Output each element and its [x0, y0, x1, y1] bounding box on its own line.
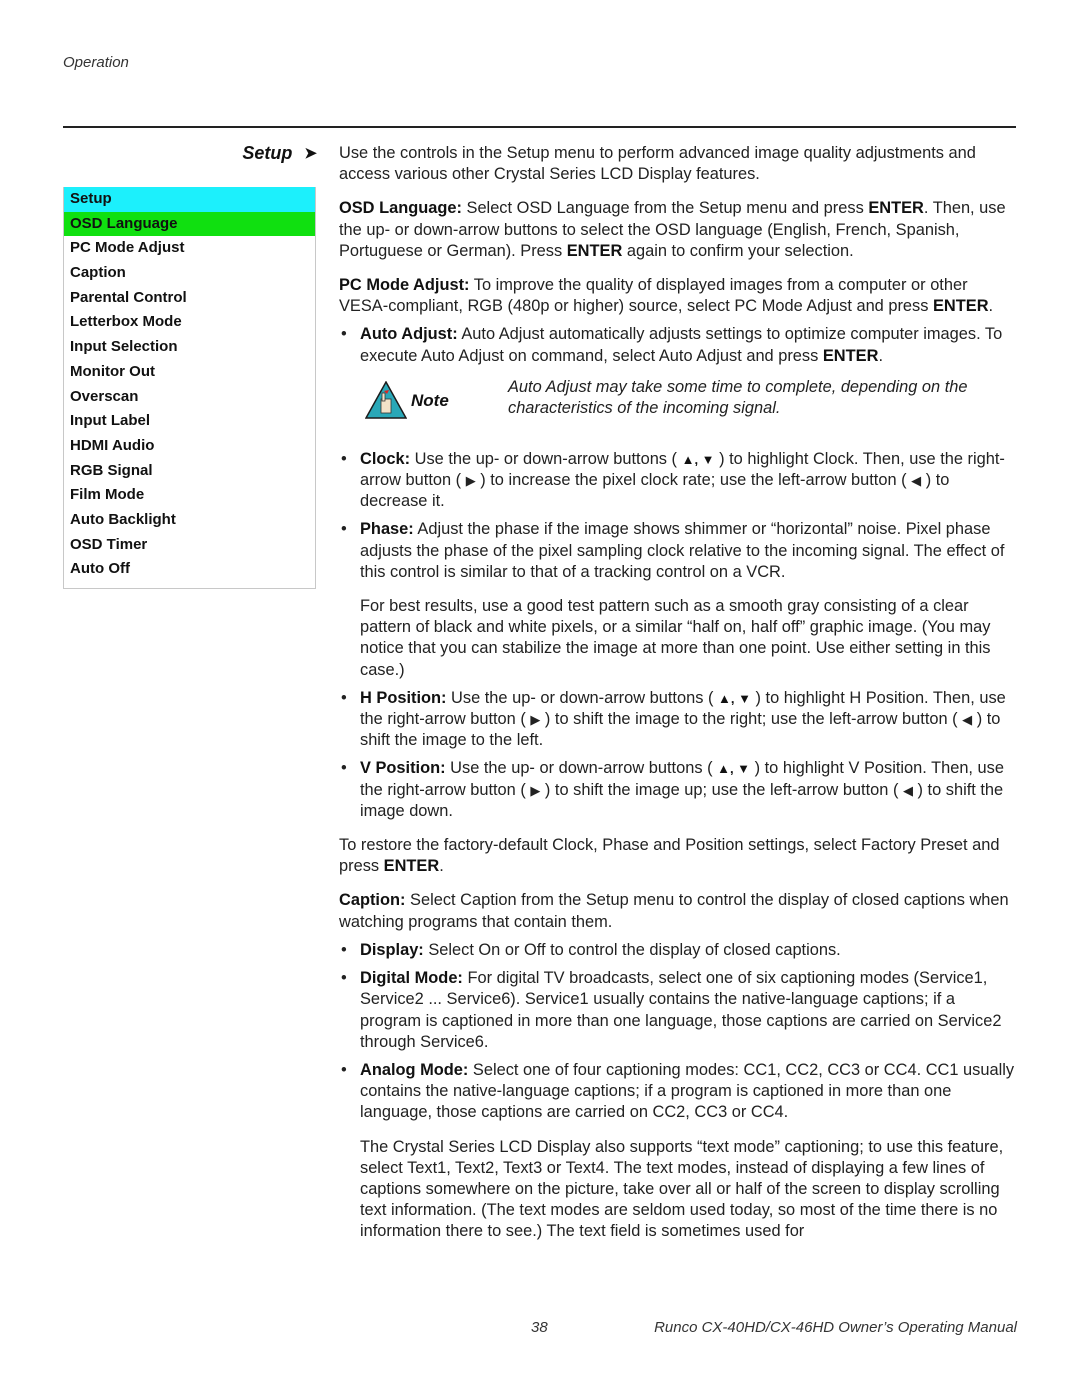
text: ) to shift the image to the right; use t…	[540, 710, 963, 729]
enter-key: ENTER	[822, 346, 879, 365]
note-text: Auto Adjust may take some time to comple…	[508, 377, 968, 418]
enter-key: ENTER	[932, 297, 989, 316]
text-mode-paragraph: The Crystal Series LCD Display also supp…	[360, 1137, 1004, 1241]
bullet-icon: •	[341, 325, 347, 344]
text: again to confirm your selection.	[622, 241, 854, 260]
text: Select OSD Language from the Setup menu …	[461, 199, 869, 218]
menu-item-pc-mode-adjust[interactable]: PC Mode Adjust	[64, 236, 315, 261]
right-arrow-icon: ▶	[530, 782, 541, 798]
menu-item-rgb-signal[interactable]: RGB Signal	[64, 459, 315, 484]
arrow-right-icon: ➤	[304, 145, 317, 162]
bullet-icon: •	[341, 940, 347, 959]
term: V Position:	[360, 759, 446, 778]
menu-item-input-selection[interactable]: Input Selection	[64, 335, 315, 360]
text: .	[878, 346, 883, 365]
left-arrow-icon: ◀	[902, 782, 913, 798]
intro-paragraph: Use the controls in the Setup menu to pe…	[339, 144, 976, 184]
note-label: Note	[411, 390, 449, 410]
setup-menu: Setup OSD Language PC Mode Adjust Captio…	[63, 187, 316, 589]
text: ) to increase the pixel clock rate; use …	[475, 471, 912, 490]
up-down-arrow-icon: ▲, ▼	[717, 690, 751, 706]
term: Clock:	[360, 449, 411, 468]
term: Digital Mode:	[360, 969, 463, 988]
menu-item-parental-control[interactable]: Parental Control	[64, 286, 315, 311]
auto-adjust-bullet: • Auto Adjust: Auto Adjust automatically …	[339, 324, 1017, 366]
running-head: Operation	[63, 54, 129, 71]
text: Use the up- or down-arrow buttons (	[445, 759, 718, 778]
bullet-icon: •	[341, 449, 347, 468]
osd-language-paragraph: OSD Language: Select OSD Language from t…	[339, 198, 1017, 262]
caption-paragraph: Caption: Select Caption from the Setup m…	[339, 890, 1017, 932]
term: Phase:	[360, 520, 414, 539]
up-down-arrow-icon: ▲, ▼	[681, 451, 715, 467]
menu-item-hdmi-audio[interactable]: HDMI Audio	[64, 434, 315, 459]
menu-item-auto-off[interactable]: Auto Off	[64, 557, 315, 582]
term: OSD Language:	[339, 199, 462, 218]
menu-item-monitor-out[interactable]: Monitor Out	[64, 360, 315, 385]
term: Auto Adjust:	[360, 325, 458, 344]
term: Caption:	[339, 891, 406, 910]
menu-item-auto-backlight[interactable]: Auto Backlight	[64, 508, 315, 533]
menu-item-overscan[interactable]: Overscan	[64, 385, 315, 410]
bullet-icon: •	[341, 969, 347, 988]
term: Display:	[360, 940, 424, 959]
page-number: 38	[531, 1319, 548, 1336]
body-text: Use the controls in the Setup menu to pe…	[339, 143, 1017, 1256]
bullet-icon: •	[341, 688, 347, 707]
pc-mode-paragraph: PC Mode Adjust: To improve the quality o…	[339, 275, 1017, 317]
display-bullet: • Display: Select On or Off to control th…	[339, 940, 1017, 961]
bullet-icon: •	[341, 520, 347, 539]
menu-item-caption[interactable]: Caption	[64, 261, 315, 286]
h-position-bullet: • H Position: Use the up- or down-arrow b…	[339, 688, 1017, 752]
text: Use the up- or down-arrow buttons (	[446, 688, 718, 707]
text: Select On or Off to control the display …	[423, 940, 841, 959]
menu-item-osd-timer[interactable]: OSD Timer	[64, 533, 315, 558]
clock-bullet: • Clock: Use the up- or down-arrow button…	[339, 449, 1017, 513]
right-arrow-icon: ▶	[465, 473, 476, 489]
text: Adjust the phase if the image shows shim…	[360, 520, 1005, 581]
analog-mode-bullet: • Analog Mode: Select one of four caption…	[339, 1060, 1017, 1124]
menu-item-setup[interactable]: Setup	[64, 187, 315, 212]
note-hand-icon	[365, 380, 407, 419]
text: ) to shift the image up; use the left-ar…	[540, 780, 903, 799]
manual-title: Runco CX-40HD/CX-46HD Owner’s Operating …	[654, 1319, 1017, 1336]
text: Select Caption from the Setup menu to co…	[339, 891, 1009, 931]
left-arrow-icon: ◀	[962, 712, 973, 728]
menu-item-input-label[interactable]: Input Label	[64, 409, 315, 434]
enter-key: ENTER	[868, 199, 924, 218]
text: .	[439, 857, 444, 876]
phase-extra-paragraph: For best results, use a good test patter…	[360, 597, 991, 679]
enter-key: ENTER	[566, 241, 623, 260]
up-down-arrow-icon: ▲, ▼	[717, 761, 751, 777]
bullet-icon: •	[341, 759, 347, 778]
text: Use the up- or down-arrow buttons (	[410, 449, 682, 468]
text: .	[988, 297, 994, 316]
right-arrow-icon: ▶	[530, 712, 541, 728]
v-position-bullet: • V Position: Use the up- or down-arrow b…	[339, 758, 1017, 822]
bullet-icon: •	[341, 1060, 347, 1079]
term: H Position:	[360, 688, 447, 707]
digital-mode-bullet: • Digital Mode: For digital TV broadcasts…	[339, 968, 1017, 1053]
note-box: Note Auto Adjust may take some time to c…	[339, 377, 1017, 435]
phase-bullet: • Phase: Adjust the phase if the image sh…	[339, 519, 1017, 583]
header-rule	[63, 126, 1016, 128]
left-arrow-icon: ◀	[911, 473, 922, 489]
menu-item-osd-language[interactable]: OSD Language	[64, 211, 315, 237]
section-title: Setup ➤	[200, 143, 317, 164]
term: PC Mode Adjust:	[339, 276, 470, 295]
enter-key: ENTER	[383, 857, 440, 876]
section-title-text: Setup	[242, 143, 293, 163]
menu-item-letterbox-mode[interactable]: Letterbox Mode	[64, 310, 315, 335]
term: Analog Mode:	[360, 1060, 469, 1079]
restore-paragraph: To restore the factory-default Clock, Ph…	[339, 835, 1017, 877]
menu-item-film-mode[interactable]: Film Mode	[64, 483, 315, 508]
